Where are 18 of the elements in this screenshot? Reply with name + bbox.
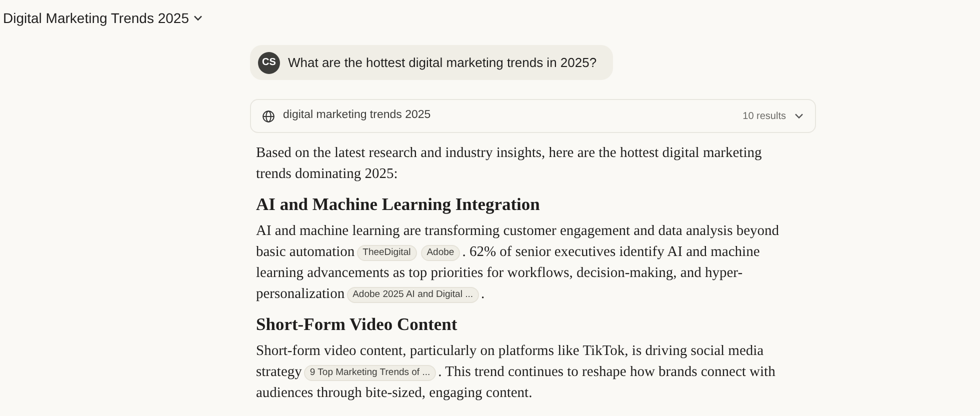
citation-chip[interactable]: Adobe 2025 AI and Digital ... [346, 287, 480, 303]
section-heading: AI and Machine Learning Integration [256, 193, 541, 216]
citation-chip[interactable]: TheeDigital [356, 245, 417, 261]
section-heading: Short-Form Video Content [256, 313, 458, 336]
paragraph: Short-form video content, particularly on platforms like TikTok, is driving social media strategy 9 Top Marketing Trends of ... . This trend continues to reshape how brands connect with audiences through bite-sized, engaging content. [256, 342, 776, 403]
user-message-text: What are the hottest digital marketing trends in 2025? [288, 54, 597, 72]
search-query: digital marketing trends 2025 [283, 108, 431, 124]
results-count: 10 results [742, 110, 786, 124]
conversation-title[interactable]: Digital Marketing Trends 2025 [3, 8, 189, 28]
globe-icon [262, 110, 275, 122]
citation-chip[interactable]: 9 Top Marketing Trends of ... [304, 365, 436, 381]
citation-chip[interactable]: Adobe [420, 245, 460, 261]
chevron-down-icon[interactable] [794, 111, 804, 121]
paragraph: AI and machine learning are transforming customer engagement and data analysis beyond basic automation TheeDigital Adobe . 62% of senior executives identify AI and machine learning advancements as top priorities for workflows, decision-making, and hyper-personalization Adobe 2025 AI and Digital ... . [256, 222, 780, 305]
user-avatar: CS [258, 52, 280, 74]
chevron-down-icon[interactable] [193, 13, 203, 23]
paragraph: Based on the latest research and industry insights, here are the hottest digital marketing trends dominating 2025: [256, 144, 763, 184]
search-results-bar[interactable]: digital marketing trends 2025 10 results [250, 99, 816, 133]
